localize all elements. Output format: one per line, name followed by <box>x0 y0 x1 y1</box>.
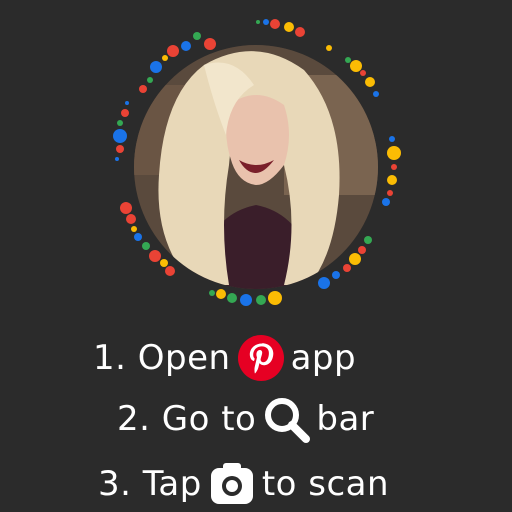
step-1-suffix: app <box>290 338 357 378</box>
search-icon <box>262 395 311 443</box>
camera-icon <box>208 460 256 508</box>
step-3-text: 3. Tap <box>98 464 202 504</box>
step-go-to-bar: 2. Go to bar <box>117 394 374 444</box>
step-1-text: 1. Open <box>93 338 231 378</box>
step-2-suffix: bar <box>316 399 375 439</box>
profile-photo <box>134 45 378 289</box>
step-open-app: 1. Open app <box>93 333 356 383</box>
step-2-text: 2. Go to <box>117 399 257 439</box>
step-tap-to-scan: 3. Tap to scan <box>98 459 389 509</box>
pinterest-logo-icon <box>237 334 285 382</box>
pincode-card: 1. Open app 2. Go to bar 3. Tap to scan <box>0 0 512 512</box>
step-3-suffix: to scan <box>261 464 390 504</box>
